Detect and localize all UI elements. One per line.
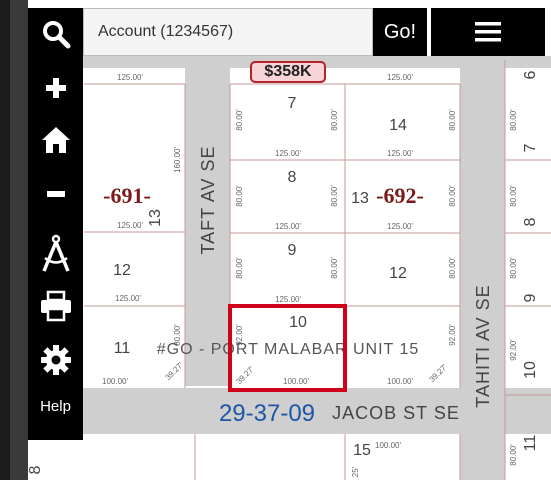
section-township-range-label: 29-37-09 bbox=[219, 400, 315, 427]
svg-text:80.00': 80.00' bbox=[235, 109, 244, 131]
dim-label: 125.00' bbox=[275, 149, 301, 158]
measure-button[interactable] bbox=[28, 230, 83, 278]
svg-text:80.00': 80.00' bbox=[509, 185, 518, 207]
svg-text:80.00': 80.00' bbox=[235, 257, 244, 279]
svg-text:80.00': 80.00' bbox=[330, 109, 339, 131]
tahiti-street-label: TAHITI AV SE bbox=[473, 284, 493, 407]
lot-9-east: 9 bbox=[522, 293, 539, 302]
home-button[interactable] bbox=[28, 116, 83, 164]
svg-text:80.00': 80.00' bbox=[509, 444, 518, 466]
search-icon bbox=[42, 21, 70, 49]
search-tool-button[interactable] bbox=[28, 10, 83, 58]
svg-text:80.00': 80.00' bbox=[330, 257, 339, 279]
svg-text:80.00': 80.00' bbox=[509, 257, 518, 279]
dim-label: 100.00' bbox=[387, 377, 413, 386]
dim-label: 25' bbox=[351, 466, 360, 477]
account-search-box[interactable] bbox=[83, 8, 373, 56]
svg-text:80.00': 80.00' bbox=[448, 257, 457, 279]
print-icon bbox=[40, 290, 71, 322]
zoom-out-button[interactable] bbox=[28, 170, 83, 218]
dim-label: 125.00' bbox=[387, 149, 413, 158]
lot-10-east: 10 bbox=[522, 361, 539, 379]
lot-11-east: 11 bbox=[522, 435, 539, 452]
lot-14: 14 bbox=[389, 117, 407, 134]
lot-11-left: 11 bbox=[114, 340, 131, 357]
subdivision-label: #GO - PORT MALABAR UNIT 15 bbox=[157, 341, 420, 358]
lot-12-right: 12 bbox=[389, 265, 407, 282]
svg-text:80.00': 80.00' bbox=[448, 185, 457, 207]
zoom-out-icon bbox=[46, 191, 65, 197]
zoom-in-icon bbox=[45, 78, 66, 98]
svg-text:160.00': 160.00' bbox=[173, 147, 182, 173]
dim-label: 100.00' bbox=[375, 441, 401, 450]
lot-8-bottom: 8 bbox=[27, 465, 44, 474]
dim-label: 125.00' bbox=[275, 222, 301, 231]
settings-gear-icon bbox=[40, 345, 71, 375]
lot-8: 8 bbox=[288, 169, 297, 186]
dim-label: 100.00' bbox=[283, 377, 309, 386]
dim-label: 125.00' bbox=[115, 294, 141, 303]
home-icon bbox=[41, 127, 70, 153]
lot-6-east: 6 bbox=[522, 70, 539, 79]
lot-10: 10 bbox=[289, 314, 307, 331]
help-button[interactable]: Help bbox=[28, 398, 83, 415]
lot-12-left: 12 bbox=[113, 262, 131, 279]
dim-label: 125.00' bbox=[387, 73, 413, 82]
svg-text:80.00': 80.00' bbox=[330, 185, 339, 207]
map-toolbar: Help bbox=[28, 8, 83, 440]
lot-7-east: 7 bbox=[522, 143, 539, 152]
svg-text:92.00': 92.00' bbox=[509, 339, 518, 361]
block-691-label: -691- bbox=[103, 183, 151, 208]
svg-text:92.00': 92.00' bbox=[448, 324, 457, 346]
measure-compass-icon bbox=[41, 234, 70, 272]
dim-label: 125.00' bbox=[117, 221, 143, 230]
dim-label: 100.00' bbox=[102, 377, 128, 386]
dim-label: 125.00' bbox=[275, 295, 301, 304]
svg-text:80.00': 80.00' bbox=[448, 109, 457, 131]
svg-text:80.00': 80.00' bbox=[509, 109, 518, 131]
account-search-input[interactable] bbox=[96, 22, 372, 42]
lot-8-east: 8 bbox=[522, 217, 539, 226]
map-edge-shadow bbox=[0, 0, 10, 480]
block-692-label: -692- bbox=[376, 183, 424, 208]
print-button[interactable] bbox=[28, 282, 83, 330]
lot-7: 7 bbox=[288, 95, 297, 112]
settings-button[interactable] bbox=[28, 336, 83, 384]
price-badge[interactable]: $358K bbox=[250, 61, 326, 83]
go-button[interactable]: Go! bbox=[373, 8, 427, 56]
dim-label: 125.00' bbox=[117, 73, 143, 82]
jacob-street-label: JACOB ST SE bbox=[332, 403, 460, 423]
lot-13-right: 13 bbox=[351, 190, 369, 207]
dim-label: 125.00' bbox=[387, 222, 413, 231]
lot-9: 9 bbox=[288, 242, 297, 259]
taft-street-label: TAFT AV SE bbox=[198, 145, 218, 254]
menu-button[interactable] bbox=[431, 8, 545, 56]
svg-text:80.00': 80.00' bbox=[235, 185, 244, 207]
zoom-in-button[interactable] bbox=[28, 64, 83, 112]
hamburger-menu-icon bbox=[475, 22, 501, 42]
lot-15: 15 bbox=[353, 442, 371, 459]
lot-13-left: 13 bbox=[147, 209, 164, 227]
